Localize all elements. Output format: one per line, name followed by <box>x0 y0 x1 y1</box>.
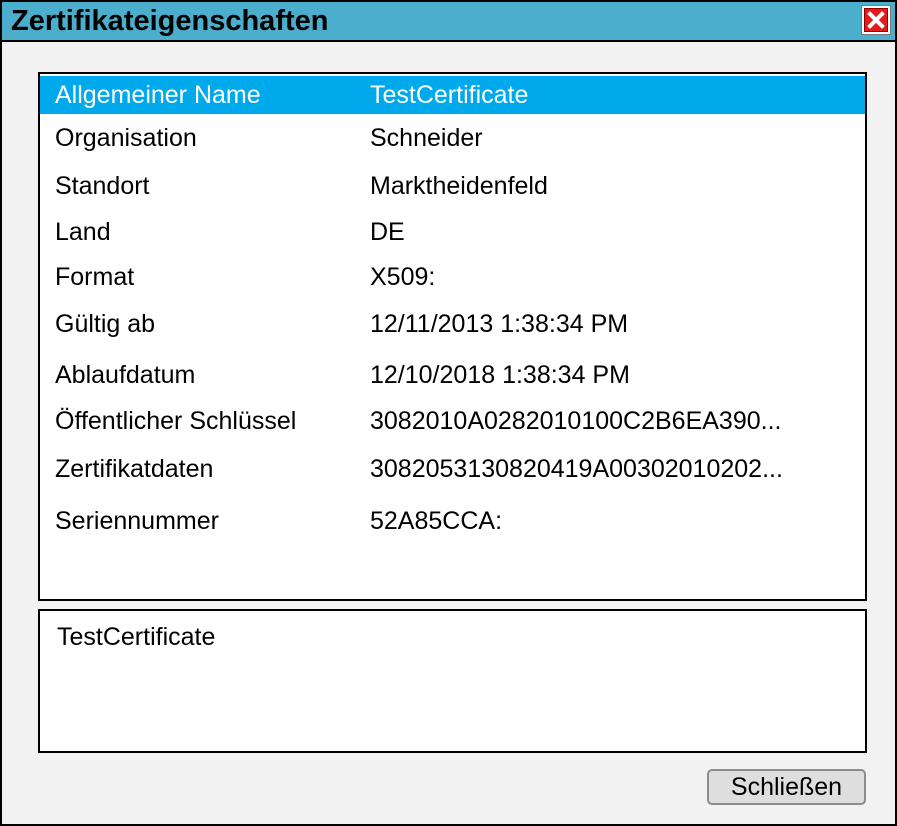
property-row-public-key[interactable]: Öffentlicher Schlüssel 3082010A028201010… <box>40 402 865 440</box>
property-value: TestCertificate <box>370 81 529 109</box>
property-label: Ablaufdatum <box>55 361 196 389</box>
window-title: Zertifikateigenschaften <box>11 5 329 37</box>
property-row-serial-number[interactable]: Seriennummer 52A85CCA: <box>40 502 865 540</box>
property-label: Standort <box>55 172 150 200</box>
property-value: 52A85CCA: <box>370 507 503 535</box>
property-row-expiry-date[interactable]: Ablaufdatum 12/10/2018 1:38:34 PM <box>40 356 865 394</box>
property-label: Seriennummer <box>55 507 219 535</box>
property-detail-box[interactable]: TestCertificate <box>38 609 867 753</box>
window-close-button[interactable] <box>861 5 891 35</box>
close-button[interactable]: Schließen <box>707 769 866 805</box>
property-row-organisation[interactable]: Organisation Schneider <box>40 119 865 157</box>
property-label: Allgemeiner Name <box>55 81 261 109</box>
property-value: 3082010A0282010100C2B6EA390... <box>370 407 782 435</box>
property-value: X509: <box>370 263 436 291</box>
property-value: 12/11/2013 1:38:34 PM <box>370 310 629 338</box>
certificate-properties-dialog: Zertifikateigenschaften Allgemeiner Name… <box>0 0 897 826</box>
property-row-certificate-data[interactable]: Zertifikatdaten 3082053130820419A0030201… <box>40 450 865 488</box>
property-row-country[interactable]: Land DE <box>40 213 865 251</box>
property-row-format[interactable]: Format X509: <box>40 258 865 296</box>
property-label: Zertifikatdaten <box>55 455 214 483</box>
property-value: Schneider <box>370 124 483 152</box>
property-value: 3082053130820419A00302010202... <box>370 455 783 483</box>
property-detail-text: TestCertificate <box>57 623 216 651</box>
property-label: Format <box>55 263 135 291</box>
properties-list[interactable]: Allgemeiner Name TestCertificate Organis… <box>38 72 867 601</box>
title-bar[interactable]: Zertifikateigenschaften <box>2 2 895 42</box>
property-label: Öffentlicher Schlüssel <box>55 407 297 435</box>
property-value: 12/10/2018 1:38:34 PM <box>370 361 630 389</box>
property-value: DE <box>370 218 405 246</box>
property-label: Land <box>55 218 111 246</box>
property-label: Organisation <box>55 124 197 152</box>
property-row-location[interactable]: Standort Marktheidenfeld <box>40 167 865 205</box>
close-icon <box>864 8 888 32</box>
property-row-common-name[interactable]: Allgemeiner Name TestCertificate <box>40 76 865 114</box>
property-value: Marktheidenfeld <box>370 172 548 200</box>
property-label: Gültig ab <box>55 310 156 338</box>
property-row-valid-from[interactable]: Gültig ab 12/11/2013 1:38:34 PM <box>40 305 865 343</box>
